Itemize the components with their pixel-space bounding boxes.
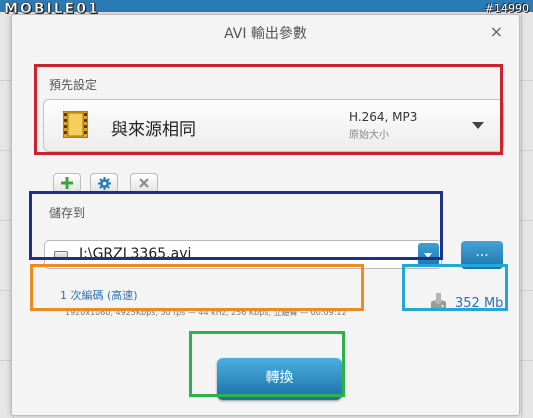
delete-preset-button[interactable] <box>130 173 158 193</box>
encoding-details: 1920x1080, 4925Kbps, 30 fps — 44 kHz, 25… <box>65 308 347 317</box>
film-icon <box>63 111 88 138</box>
close-icon[interactable]: × <box>490 22 503 41</box>
add-preset-button[interactable] <box>53 173 81 193</box>
preset-size-note: 原始大小 <box>349 130 389 141</box>
plus-icon <box>61 177 73 189</box>
output-size-value: 352 Mb <box>455 296 504 311</box>
path-dropdown-button[interactable] <box>418 243 439 266</box>
preset-name: 與來源相同 <box>111 120 196 140</box>
disk-size-icon <box>431 293 446 310</box>
drive-icon <box>54 251 68 259</box>
output-path-value: I:\GRZL3365.avi <box>79 246 192 262</box>
output-path-field[interactable]: I:\GRZL3365.avi <box>44 240 442 269</box>
chevron-down-icon[interactable] <box>472 122 484 129</box>
encoding-mode-link[interactable]: 1 次編碼 (高速) <box>60 287 138 303</box>
preset-dropdown[interactable]: 與來源相同 H.264, MP3 原始大小 <box>43 99 504 152</box>
convert-button[interactable]: 轉換 <box>217 358 342 400</box>
close-icon <box>139 178 149 188</box>
background-right-column <box>521 12 533 418</box>
save-to-label: 儲存到 <box>49 206 86 220</box>
dialog-title: AVI 輸出參數 <box>224 26 307 42</box>
preset-label: 預先設定 <box>49 78 98 92</box>
preset-codec: H.264, MP3 <box>349 110 418 124</box>
avi-output-dialog: AVI 輸出參數 × 預先設定 與來源相同 H.264, MP3 原始大小 儲存… <box>11 14 520 416</box>
preset-settings-button[interactable] <box>90 173 118 193</box>
browse-button[interactable]: ... <box>461 241 503 269</box>
gear-icon <box>97 176 111 190</box>
